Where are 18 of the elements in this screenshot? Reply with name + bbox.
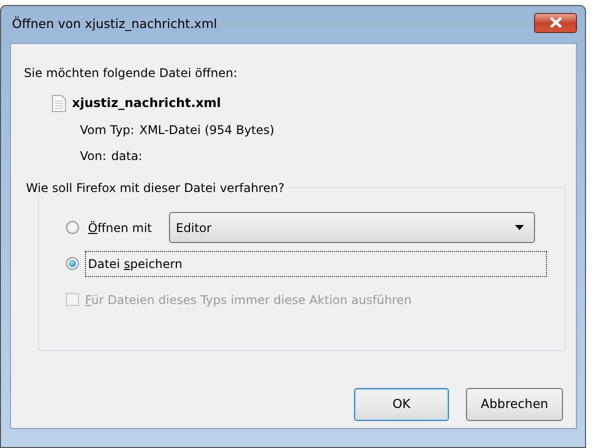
dialog-button[interactable]: OK — [354, 388, 449, 421]
dialog-button[interactable]: Abbrechen — [466, 388, 563, 421]
application-dropdown[interactable]: Editor — [168, 212, 535, 244]
source-value: data: — [111, 148, 142, 165]
close-button[interactable] — [534, 12, 577, 32]
close-icon — [548, 17, 564, 28]
document-icon — [52, 94, 66, 112]
prompt-text: Sie möchten folgende Datei öffnen: — [24, 65, 238, 82]
radio-label[interactable]: Datei speichern — [85, 250, 547, 277]
source-label: Von: — [80, 148, 106, 165]
file-name: xjustiz_nachricht.xml — [72, 94, 221, 112]
type-label: Vom Typ: — [80, 122, 134, 139]
radio-button[interactable] — [66, 257, 79, 270]
dropdown-arrow-icon — [514, 225, 524, 230]
radio-label[interactable]: Öffnen mit — [85, 214, 155, 241]
type-value: XML-Datei (954 Bytes) — [139, 122, 274, 139]
radio-button[interactable] — [66, 221, 79, 234]
window-title: Öffnen von xjustiz_nachricht.xml — [11, 15, 218, 34]
